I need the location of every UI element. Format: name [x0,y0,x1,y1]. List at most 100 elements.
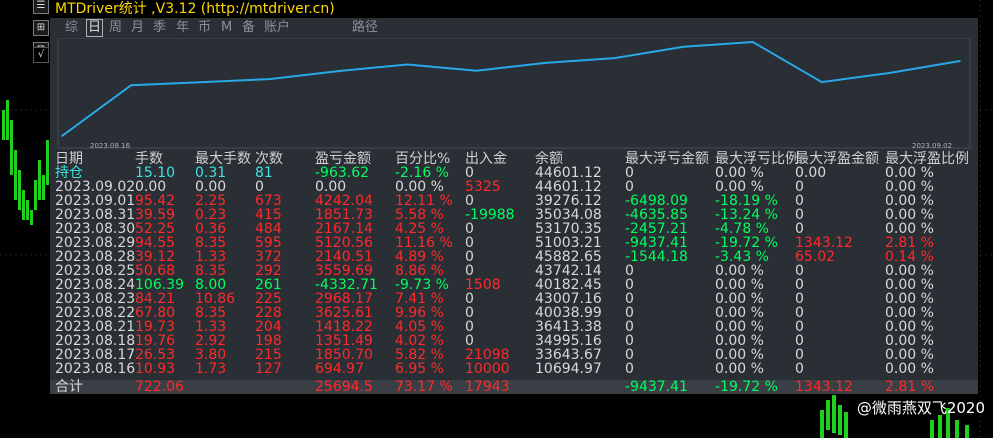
tab-month[interactable]: 月 [131,20,144,36]
candle [6,100,9,140]
cell-max-lots: 最大手数 [195,151,251,167]
cell-percent: 12.11 % [395,193,453,209]
cell-max-float-profit: 0 [795,291,804,307]
cell-lots: 94.55 [135,235,176,251]
cell-count: 0 [255,179,264,195]
cell-max-lots: 8.35 [195,305,227,321]
cell-max-float-loss: -2457.21 [625,221,688,237]
tab-path[interactable]: 路径 [352,20,378,36]
cell-percent: 5.58 % [395,207,444,223]
cell-max-float-loss-pct: -18.19 % [715,193,778,209]
cell-max-float-profit: 0 [795,277,804,293]
cell-percent: 9.96 % [395,305,444,321]
cell-date: 2023.08.17 [55,347,136,363]
table-row: 2023.08.25 50.68 8.35 292 3559.69 8.86 % 0 4374… [50,264,978,278]
cell-max-float-profit: 0 [795,319,804,335]
cell-max-float-loss: -1544.18 [625,249,688,265]
cell-lots: 52.25 [135,221,176,237]
cell-max-float-loss: -6498.09 [625,193,688,209]
cell-lots: 39.59 [135,207,176,223]
cell-balance: 33643.67 [535,347,602,363]
cell-percent: 7.41 % [395,291,444,307]
tab-quarter[interactable]: 季 [153,20,166,36]
cell-max-float-profit: 65.02 [795,249,836,265]
check-icon[interactable]: √ [33,47,49,63]
cell-pnl: 3625.61 [315,305,373,321]
candles-left [2,100,49,225]
table-row: 2023.08.24 106.39 8.00 261 -4332.71 -9.73 % 15… [50,278,978,292]
cell-deposit: 0 [465,249,474,265]
cell-date: 2023.08.21 [55,319,136,335]
cell-pnl: 3559.69 [315,263,373,279]
cell-max-float-profit: 0.00 [795,165,827,181]
candle [46,140,49,185]
cell-max-float-loss-pct: 0.00 % [715,179,764,195]
equity-point-2023.08.31 [821,81,823,83]
cell-max-float-profit-pct: 0.00 % [885,263,934,279]
watermark: @微雨燕双飞2020 [856,399,985,417]
equity-point-2023.08.24 [475,69,478,72]
tab-summary[interactable]: 综 [65,20,78,36]
cell-count: 81 [255,165,273,181]
cell-max-float-loss-pct: 0.00 % [715,319,764,335]
cell-pnl: 2968.17 [315,291,373,307]
cell-max-float-profit-pct: 最大浮盈比例 [885,151,969,167]
equity-point-2023.08.28 [613,57,616,59]
cell-balance: 51003.21 [535,235,602,251]
tab-week[interactable]: 周 [109,20,122,36]
cell-max-float-loss-pct: 0.00 % [715,361,764,377]
cell-max-float-loss: -9437.41 [625,235,688,251]
cell-max-float-profit: 最大浮盈金额 [795,151,879,167]
table-header-row: 日期 手数 最大手数 次数 盈亏金额 百分比% 出入金 余额 最大浮亏金额 最大浮亏比例 最大浮盈金… [50,152,978,166]
cell-lots: 39.12 [135,249,176,265]
tab-notes[interactable]: 备 [242,20,255,36]
cell-max-float-loss: 0 [625,263,634,279]
cell-balance: 10694.97 [535,361,602,377]
tab-m[interactable]: M [221,20,232,36]
table-row: 2023.08.17 26.53 3.80 215 1850.70 5.82 % 21098… [50,348,978,362]
cell-date: 2023.08.29 [55,235,136,251]
cell-pnl: 0.00 [315,179,347,195]
cell-date: 持仓 [55,165,83,181]
cell-max-float-loss: -4635.85 [625,207,688,223]
cell-max-float-profit: 0 [795,361,804,377]
table-row: 2023.08.29 94.55 8.35 595 5120.56 11.16 % 0 510… [50,236,978,250]
menu-icon[interactable]: ☰ [33,0,49,14]
cell-max-float-profit-pct: 0.00 % [885,221,934,237]
cell-max-float-loss-pct: 0.00 % [715,291,764,307]
cell-max-float-loss: 0 [625,319,634,335]
cell-max-lots: 1.33 [195,319,227,335]
cell-max-lots: 8.35 [195,235,227,251]
tab-account[interactable]: 账户 [264,20,290,36]
cell-max-float-profit: 1343.12 [795,379,853,395]
cell-max-float-profit: 0 [795,305,804,321]
cell-balance: 36413.38 [535,319,602,335]
grid-icon[interactable]: ⊞ [33,20,49,36]
cell-lots: 15.10 [135,165,176,181]
cell-deposit: 0 [465,319,474,335]
cell-max-float-loss-pct: 0.00 % [715,333,764,349]
table-row: 2023.09.01 95.42 2.25 673 4242.04 12.11 % 0 392… [50,194,978,208]
cell-max-float-profit-pct: 0.00 % [885,347,934,363]
cell-max-float-profit: 1343.12 [795,235,853,251]
cell-max-float-loss: 0 [625,305,634,321]
cell-max-float-loss-pct: -13.24 % [715,207,778,223]
cell-date: 2023.08.31 [55,207,136,223]
candle [22,190,25,220]
cell-balance: 43007.16 [535,291,602,307]
tab-currency[interactable]: 币 [198,20,211,36]
cell-max-float-loss: 0 [625,277,634,293]
cell-max-float-profit-pct: 0.00 % [885,361,934,377]
cell-percent: 5.82 % [395,347,444,363]
tab-day[interactable]: 日 [86,19,104,37]
cell-max-lots: 2.92 [195,333,227,349]
table-row: 2023.09.02 0.00 0.00 0 0.00 0.00 % 5325 44601.1… [50,180,978,194]
tab-year[interactable]: 年 [176,20,189,36]
cell-max-float-profit-pct: 0.00 % [885,319,934,335]
cell-percent: 4.02 % [395,333,444,349]
cell-max-float-loss-pct: -4.78 % [715,221,769,237]
cell-max-float-loss-pct: -3.43 % [715,249,769,265]
cell-count: 次数 [255,151,283,167]
candle [30,210,33,225]
cell-percent: -9.73 % [395,277,449,293]
